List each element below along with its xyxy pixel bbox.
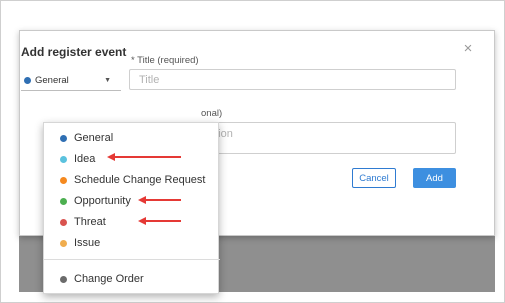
close-icon[interactable]: × [460, 41, 476, 57]
cancel-button[interactable]: Cancel [352, 168, 396, 188]
dropdown-item-issue[interactable]: Issue [44, 233, 220, 253]
event-type-dropdown: General Idea Schedule Change Request Opp… [43, 122, 220, 294]
change-order-color-dot [60, 275, 67, 283]
dialog-title: Add register event [21, 45, 127, 59]
title-field-label: * Title (required) [131, 55, 199, 66]
dropdown-item-idea[interactable]: Idea [44, 149, 220, 169]
idea-color-dot [60, 155, 67, 163]
dropdown-item-label: Threat [74, 216, 106, 228]
title-input[interactable] [129, 69, 456, 90]
type-color-dot [24, 77, 31, 84]
description-field-label: onal) [201, 108, 223, 119]
dropdown-item-label: General [74, 132, 114, 144]
dropdown-divider [44, 259, 220, 260]
chevron-down-icon: ▼ [104, 77, 111, 84]
dropdown-item-general[interactable]: General [44, 128, 220, 148]
dropdown-item-schedule-change-request[interactable]: Schedule Change Request [44, 170, 220, 190]
event-type-select[interactable]: General ▼ [21, 71, 121, 91]
selected-type-label: General [35, 75, 69, 86]
dropdown-item-label: Change Order [74, 273, 144, 285]
dropdown-item-change-order[interactable]: Change Order [44, 269, 220, 289]
threat-color-dot [60, 218, 67, 226]
dropdown-item-label: Opportunity [74, 195, 131, 207]
dropdown-item-label: Schedule Change Request [74, 174, 206, 186]
dropdown-item-opportunity[interactable]: Opportunity [44, 191, 220, 211]
schedule-change-request-color-dot [60, 176, 67, 184]
general-color-dot [60, 134, 67, 142]
dropdown-item-label: Idea [74, 153, 96, 165]
issue-color-dot [60, 239, 67, 247]
add-button[interactable]: Add [413, 168, 456, 188]
dropdown-item-label: Issue [74, 237, 101, 249]
opportunity-color-dot [60, 197, 67, 205]
dropdown-item-threat[interactable]: Threat [44, 212, 220, 232]
